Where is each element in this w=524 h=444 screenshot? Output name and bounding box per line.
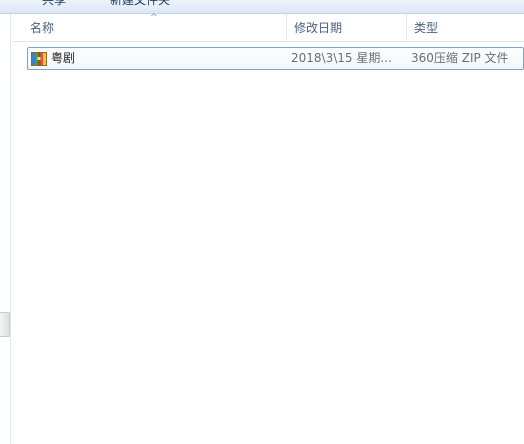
zip-archive-icon (31, 52, 47, 66)
column-header-type[interactable]: 类型 (406, 14, 524, 42)
chevron-down-icon[interactable]: ▾ (6, 0, 10, 2)
navigation-scrollbar-thumb[interactable] (0, 312, 10, 337)
navigation-pane (0, 14, 11, 444)
file-modified-date: 2018\3\15 星期... (291, 51, 392, 65)
column-header-bar: ^ 名称 修改日期 类型 (12, 13, 524, 42)
file-type: 360压缩 ZIP 文件 (411, 51, 509, 65)
file-list: 粤剧 2018\3\15 星期... 360压缩 ZIP 文件 (12, 42, 524, 444)
command-toolbar: ▾ 共享 ▾ 新建文件夹 (0, 0, 524, 14)
share-button[interactable]: 共享 (42, 0, 66, 8)
file-name: 粤剧 (51, 51, 76, 65)
column-header-name[interactable]: 名称 (23, 14, 286, 42)
share-dropdown-icon[interactable]: ▾ (86, 0, 90, 2)
file-row-selected[interactable]: 粤剧 2018\3\15 星期... 360压缩 ZIP 文件 (27, 47, 524, 70)
column-header-date[interactable]: 修改日期 (286, 14, 406, 42)
new-folder-button[interactable]: 新建文件夹 (110, 0, 170, 8)
